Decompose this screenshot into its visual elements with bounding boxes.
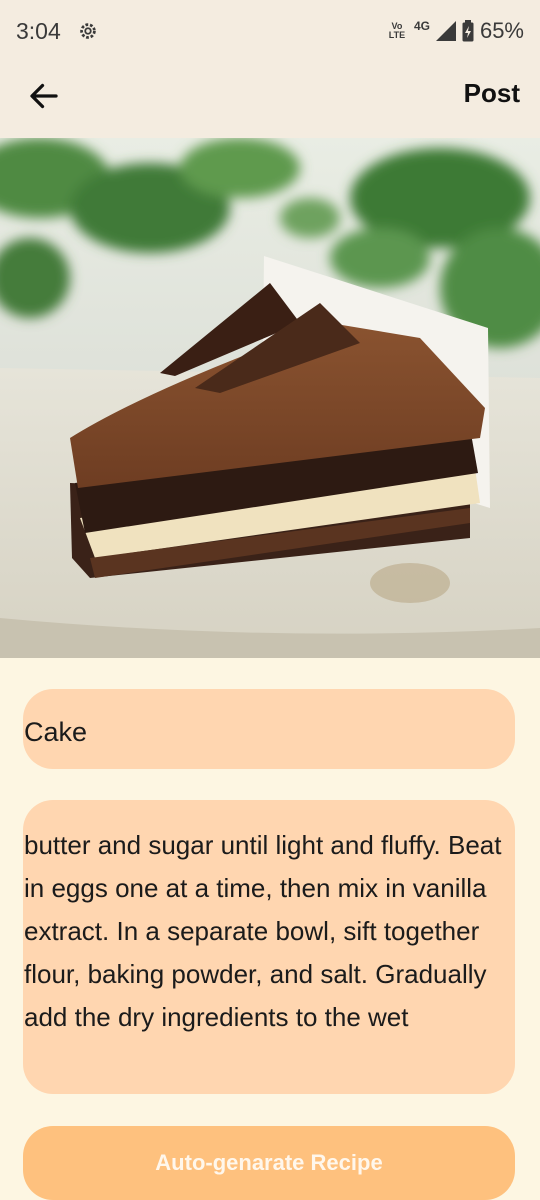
recipe-description-input[interactable]: butter and sugar until light and fluffy.… [23,800,515,1094]
auto-generate-recipe-button[interactable]: Auto-genarate Recipe [23,1126,515,1200]
status-time: 3:04 [16,18,61,44]
signal-icon [435,21,456,41]
back-arrow-icon[interactable] [26,78,62,114]
post-button[interactable]: Post [464,78,520,109]
cake-photo [0,138,540,658]
network-type: 4G [413,19,430,33]
battery-level: 65% [479,18,524,43]
volte-indicator: Vo LTE [388,21,406,40]
gear-icon [80,23,96,39]
top-app-bar: Post [0,62,540,138]
status-indicators: Vo LTE 4G 65% [386,18,524,44]
status-bar: 3:04 Vo LTE 4G 65% [0,0,540,62]
recipe-title-input[interactable]: Cake [23,689,515,769]
battery-icon [462,20,474,42]
